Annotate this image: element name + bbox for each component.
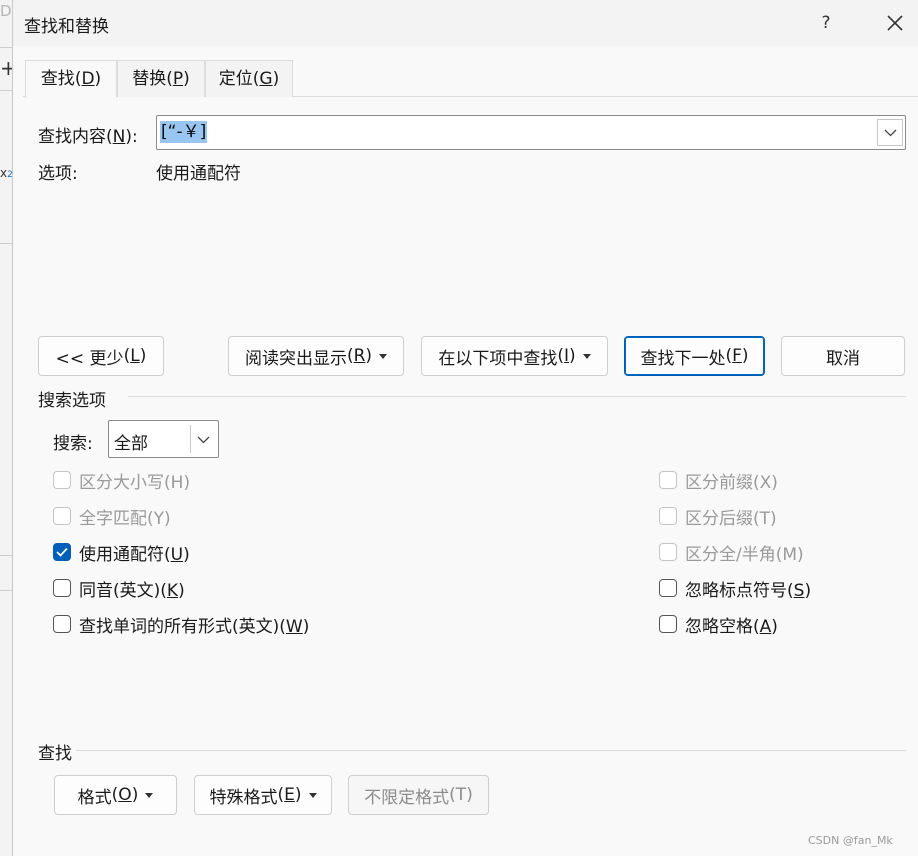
dropdown-caret-icon (145, 792, 154, 798)
match-prefix-checkbox[interactable]: 区分前缀(X) (659, 468, 778, 493)
find-what-input[interactable]: [“-￥] (160, 121, 208, 143)
dropdown-caret-icon (308, 792, 317, 798)
no-formatting-button[interactable]: 不限定格式(T) (348, 775, 489, 815)
find-next-button[interactable]: 查找下一处(F) (624, 336, 765, 376)
checkbox-box (53, 615, 71, 633)
checkbox-box-checked (53, 543, 71, 561)
ignore-punctuation-checkbox[interactable]: 忽略标点符号(S) (659, 576, 811, 601)
find-section-title: 查找 (38, 744, 72, 764)
chevron-down-icon (197, 436, 210, 444)
checkbox-box (659, 507, 677, 525)
all-word-forms-checkbox[interactable]: 查找单词的所有形式(英文)(W) (53, 612, 309, 637)
dialog-title: 查找和替换 (24, 17, 109, 37)
checkbox-box (659, 471, 677, 489)
search-direction-dropdown-button[interactable] (190, 425, 215, 453)
dropdown-caret-icon (582, 353, 591, 359)
chevron-down-icon (884, 129, 897, 137)
find-section-divider (76, 750, 906, 751)
whole-word-checkbox[interactable]: 全字匹配(Y) (53, 504, 171, 529)
search-direction-select[interactable]: 全部 (108, 420, 219, 458)
tab-replace[interactable]: 替换(P) (117, 60, 205, 97)
search-options-title: 搜索选项 (38, 391, 106, 411)
background-app-subscript-icon: x2 (0, 166, 13, 180)
dropdown-caret-icon (379, 353, 388, 359)
tab-goto[interactable]: 定位(G) (205, 60, 293, 97)
checkbox-box (53, 471, 71, 489)
ignore-whitespace-checkbox[interactable]: 忽略空格(A) (659, 612, 778, 637)
match-width-checkbox[interactable]: 区分全/半角(M) (659, 540, 804, 565)
match-suffix-checkbox[interactable]: 区分后缀(T) (659, 504, 777, 529)
close-icon (887, 15, 903, 31)
options-label: 选项: (38, 164, 78, 184)
checkbox-box (659, 615, 677, 633)
find-history-dropdown-button[interactable] (877, 119, 903, 146)
check-icon (56, 547, 68, 557)
format-button[interactable]: 格式(O) (54, 775, 177, 815)
checkbox-box (53, 579, 71, 597)
find-replace-dialog: 查找和替换 ? 查找(D) 替换(P) 定位(G) 查找内容(N): [“-￥]… (12, 0, 918, 856)
background-app-letter: D (0, 2, 12, 20)
help-button[interactable]: ? (806, 7, 846, 39)
find-what-combobox[interactable]: [“-￥] (156, 115, 906, 150)
checkbox-box (659, 543, 677, 561)
search-direction-value: 全部 (114, 434, 148, 454)
reading-highlight-button[interactable]: 阅读突出显示(R) (228, 336, 404, 376)
find-what-label: 查找内容(N): (38, 127, 138, 147)
find-in-button[interactable]: 在以下项中查找(I) (421, 336, 608, 376)
search-direction-label: 搜索: (53, 434, 93, 454)
close-button[interactable] (875, 7, 915, 39)
use-wildcards-checkbox[interactable]: 使用通配符(U) (53, 540, 190, 565)
less-button[interactable]: << 更少(L) (38, 336, 164, 376)
options-value: 使用通配符 (156, 164, 241, 184)
checkbox-box (659, 579, 677, 597)
search-options-divider (128, 396, 906, 397)
checkbox-box (53, 507, 71, 525)
match-case-checkbox[interactable]: 区分大小写(H) (53, 468, 190, 493)
title-bar (13, 0, 918, 46)
cancel-button[interactable]: 取消 (781, 336, 905, 376)
watermark: CSDN @fan_Mk (808, 834, 893, 847)
tab-find[interactable]: 查找(D) (25, 60, 117, 98)
sounds-like-checkbox[interactable]: 同音(英文)(K) (53, 576, 185, 601)
special-format-button[interactable]: 特殊格式(E) (194, 775, 332, 815)
